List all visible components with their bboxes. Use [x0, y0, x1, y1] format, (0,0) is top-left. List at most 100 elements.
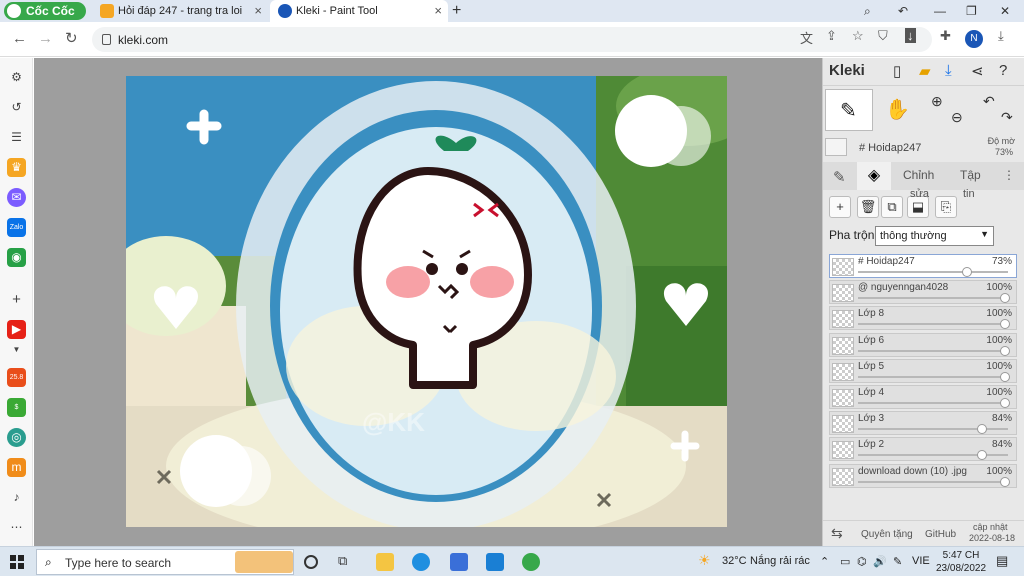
- battery-icon[interactable]: ▭: [840, 555, 850, 568]
- layer-row[interactable]: Lớp 4 100%: [829, 385, 1017, 409]
- history-icon[interactable]: ↺: [7, 98, 26, 117]
- save-download-icon[interactable]: ⤓: [945, 62, 952, 79]
- task-view-icon[interactable]: ⧉: [338, 553, 356, 571]
- more-icon[interactable]: ⋯: [7, 518, 26, 537]
- layer-opacity-knob[interactable]: [1000, 319, 1010, 330]
- volume-icon[interactable]: 🔊: [873, 555, 887, 568]
- file-explorer-icon[interactable]: [376, 553, 394, 571]
- back-icon[interactable]: ←: [12, 30, 27, 48]
- cortana-icon[interactable]: [304, 555, 318, 569]
- layer-opacity-knob[interactable]: [1000, 371, 1010, 382]
- undo-icon[interactable]: ↶: [983, 93, 995, 110]
- layer-row[interactable]: Lớp 6 100%: [829, 332, 1017, 357]
- layer-opacity-knob[interactable]: [977, 424, 988, 435]
- weather-temp[interactable]: 32°C: [722, 555, 747, 567]
- layer-row[interactable]: Lớp 5 100%: [829, 358, 1017, 383]
- bookmark-star-icon[interactable]: ☆: [852, 28, 864, 44]
- network-icon[interactable]: ⌬: [857, 555, 867, 568]
- back-history-icon[interactable]: ↶: [898, 0, 908, 22]
- crown-icon[interactable]: ♛: [7, 158, 26, 177]
- layer-row[interactable]: # Hoidap247 73%: [829, 254, 1017, 278]
- close-window-icon[interactable]: ✕: [1000, 0, 1010, 22]
- coccoc-taskbar-icon[interactable]: [522, 553, 540, 571]
- tab-file[interactable]: Tập: [960, 168, 981, 182]
- language-indicator[interactable]: VIE: [912, 555, 930, 567]
- tab-edit[interactable]: Chỉnh: [903, 168, 934, 182]
- market-icon[interactable]: m: [7, 458, 26, 477]
- hand-tool-icon[interactable]: ✋: [885, 97, 910, 122]
- zalo-icon[interactable]: Zalo: [7, 218, 26, 237]
- layer-opacity-slider[interactable]: [858, 375, 1008, 378]
- notification-center-icon[interactable]: ▤: [996, 553, 1008, 569]
- add-sidebar-item-icon[interactable]: +: [7, 290, 26, 309]
- add-layer-icon[interactable]: +: [829, 196, 851, 218]
- tab-brush-icon[interactable]: ✎: [833, 168, 846, 186]
- clock[interactable]: 5:47 CH 23/08/2022: [936, 549, 986, 575]
- layer-row[interactable]: @ nguyenngan4028 100%: [829, 280, 1017, 305]
- swap-side-icon[interactable]: ⇆: [831, 525, 843, 542]
- close-tab-icon[interactable]: ×: [254, 0, 262, 22]
- open-folder-icon[interactable]: ▰: [919, 62, 931, 80]
- zoom-in-icon[interactable]: ⊕: [931, 93, 943, 110]
- tab-kleki[interactable]: Kleki - Paint Tool ×: [270, 0, 448, 22]
- shield-icon[interactable]: ⛉: [878, 28, 888, 44]
- tray-chevron-icon[interactable]: ⌃: [820, 555, 829, 568]
- delete-layer-icon[interactable]: 🗑: [857, 196, 879, 218]
- chevron-down-icon[interactable]: ▼: [7, 340, 26, 359]
- reload-icon[interactable]: ↻: [65, 30, 78, 48]
- layer-opacity-knob[interactable]: [961, 267, 972, 277]
- layer-opacity-knob[interactable]: [1000, 398, 1010, 408]
- download-page-icon[interactable]: ↓: [905, 28, 916, 43]
- weather-text[interactable]: Nắng rải rác: [750, 555, 810, 567]
- youtube-icon[interactable]: ▶: [7, 320, 26, 339]
- map-icon[interactable]: ◎: [7, 428, 26, 447]
- color-swatch[interactable]: [825, 138, 847, 156]
- layer-row[interactable]: Lớp 8 100%: [829, 306, 1017, 331]
- forward-icon[interactable]: →: [38, 30, 53, 48]
- layer-opacity-knob[interactable]: [1000, 345, 1010, 356]
- minimize-icon[interactable]: —: [934, 0, 946, 22]
- zoom-out-icon[interactable]: ⊖: [951, 109, 963, 126]
- restore-icon[interactable]: ❐: [966, 0, 977, 22]
- game-controller-icon[interactable]: ◉: [7, 248, 26, 267]
- shopping-icon[interactable]: 25.8: [7, 368, 26, 387]
- duplicate-layer-icon[interactable]: ⧉: [881, 196, 903, 218]
- layer-row[interactable]: Lớp 2 84%: [829, 437, 1017, 462]
- layer-opacity-slider[interactable]: [858, 349, 1008, 352]
- layer-opacity-slider[interactable]: [858, 402, 1008, 404]
- blend-mode-select[interactable]: thông thường ▼: [875, 226, 994, 246]
- tab-layers-icon[interactable]: ◈: [857, 162, 891, 190]
- brush-tool-button[interactable]: ✎: [825, 89, 873, 131]
- edge-icon[interactable]: [412, 553, 430, 571]
- rename-layer-icon[interactable]: ⎘: [935, 196, 957, 218]
- notifications-bell-icon[interactable]: ♪: [7, 488, 26, 507]
- help-icon[interactable]: ?: [999, 62, 1007, 79]
- settings-gear-icon[interactable]: ⚙: [7, 68, 26, 87]
- store-icon[interactable]: [450, 553, 468, 571]
- redo-icon[interactable]: ↷: [1001, 109, 1013, 126]
- coccoc-brand-button[interactable]: Cốc Cốc: [4, 2, 86, 20]
- voucher-icon[interactable]: $: [7, 398, 26, 417]
- layer-opacity-slider[interactable]: [858, 297, 1008, 300]
- messenger-icon[interactable]: ✉: [7, 188, 26, 207]
- pen-icon[interactable]: ✎: [893, 555, 902, 568]
- layer-row[interactable]: Lớp 3 84%: [829, 411, 1017, 436]
- more-options-icon[interactable]: ⋮: [1003, 168, 1015, 182]
- drawing-canvas[interactable]: @KK: [126, 76, 727, 527]
- close-tab-icon[interactable]: ×: [434, 0, 442, 22]
- layer-opacity-slider[interactable]: [858, 480, 1008, 483]
- layer-opacity-knob[interactable]: [977, 450, 988, 461]
- taskbar-search-box[interactable]: ⌕ Type here to search: [36, 549, 294, 575]
- downloads-icon[interactable]: ⤓: [998, 28, 1004, 44]
- new-image-icon[interactable]: ▯: [893, 62, 901, 80]
- search-tabs-icon[interactable]: ⌕: [864, 0, 871, 22]
- windows-start-icon[interactable]: [10, 555, 24, 569]
- layer-opacity-slider[interactable]: [858, 323, 1008, 326]
- translate-icon[interactable]: 文: [800, 28, 813, 47]
- profile-avatar[interactable]: N: [965, 30, 983, 48]
- layer-row[interactable]: download down (10) .jpg 100%: [829, 463, 1017, 488]
- share-icon[interactable]: ⋖: [971, 62, 984, 80]
- mail-icon[interactable]: [486, 553, 504, 571]
- new-tab-button[interactable]: +: [452, 0, 461, 22]
- extensions-icon[interactable]: ✚: [940, 28, 951, 44]
